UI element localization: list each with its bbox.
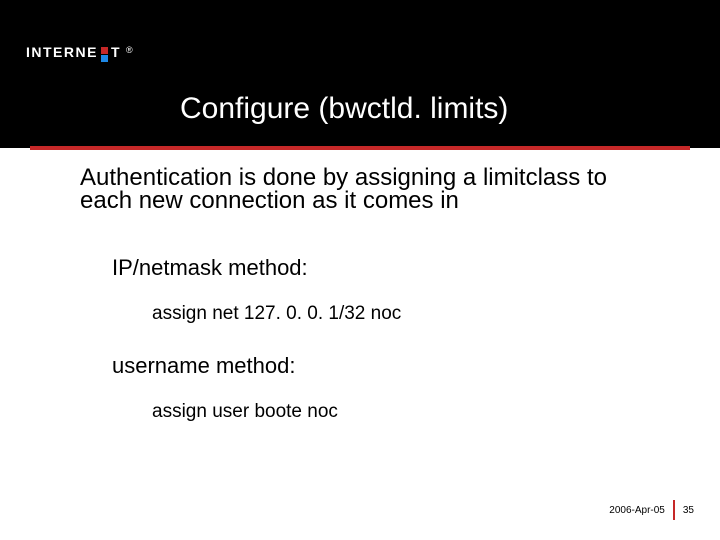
logo-word-right: T (111, 45, 121, 59)
footer-divider (673, 500, 675, 520)
method1-code: assign net 127. 0. 0. 1/32 noc (152, 303, 660, 325)
logo-word-left: INTERNE (26, 45, 98, 59)
accent-rule (30, 146, 690, 150)
logo-text: INTERNE T ® (26, 44, 133, 59)
logo: INTERNE T ® (26, 44, 133, 59)
registered-mark: ® (126, 45, 133, 55)
method2-label: username method: (112, 353, 660, 379)
footer-date: 2006-Apr-05 (609, 505, 665, 516)
slide-title: Configure (bwctld. limits) (180, 92, 508, 126)
method2-code: assign user boote noc (152, 401, 660, 423)
intro-text: Authentication is done by assigning a li… (80, 166, 660, 213)
slide: INTERNE T ® Configure (bwctld. limits) A… (0, 0, 720, 540)
logo-block-bottom (101, 55, 108, 62)
topbar: INTERNE T ® Configure (bwctld. limits) (0, 0, 720, 148)
logo-block-top (101, 47, 108, 54)
footer-page: 35 (683, 505, 694, 516)
footer: 2006-Apr-05 35 (609, 500, 694, 520)
logo-blocks (101, 47, 108, 62)
method1-label: IP/netmask method: (112, 255, 660, 281)
slide-body: Authentication is done by assigning a li… (80, 166, 660, 423)
